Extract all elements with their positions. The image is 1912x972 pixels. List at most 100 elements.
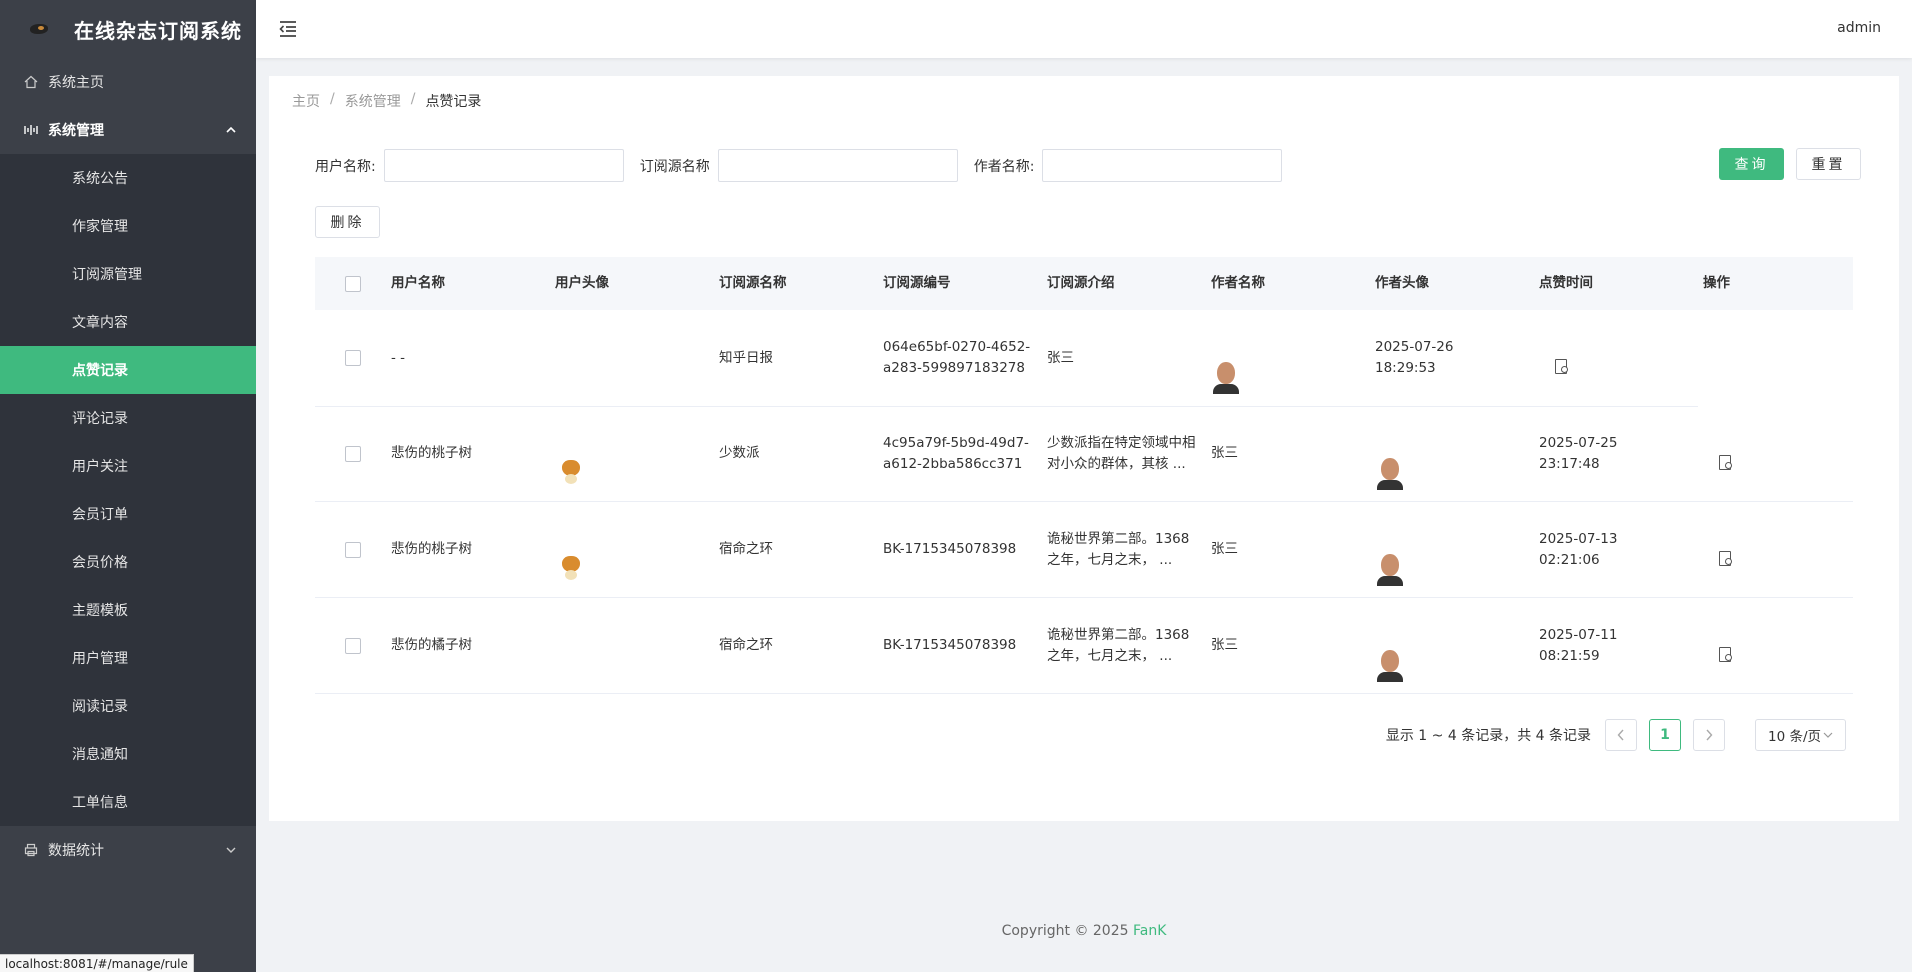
source-name-cell: 宿命之环 [719, 637, 773, 653]
sidebar-item-label: 工单信息 [72, 795, 128, 811]
breadcrumb-home[interactable]: 主页 [292, 91, 320, 111]
reset-button[interactable]: 重置 [1796, 148, 1861, 180]
breadcrumb-system[interactable]: 系统管理 [345, 91, 401, 111]
sidebar-item-label: 作家管理 [72, 219, 128, 235]
sidebar-item-follows[interactable]: 用户关注 [0, 442, 256, 490]
query-button[interactable]: 查询 [1719, 148, 1784, 180]
submenu-system: 系统公告 作家管理 订阅源管理 文章内容 点赞记录 评论记录 用户关注 会员订单… [0, 154, 256, 826]
source-name-label: 订阅源名称 [639, 158, 710, 175]
sidebar-item-label: 阅读记录 [72, 699, 128, 715]
prev-page-button[interactable] [1605, 719, 1637, 751]
sidebar-item-comments[interactable]: 评论记录 [0, 394, 256, 442]
column-header: 订阅源介绍 [1047, 275, 1115, 291]
row-checkbox[interactable] [345, 445, 361, 462]
footer-brand-link[interactable]: FanK [1133, 923, 1166, 939]
sidebar-item-label: 评论记录 [72, 411, 128, 427]
chevron-left-icon [1617, 729, 1624, 741]
source-name-cell: 少数派 [719, 445, 760, 461]
source-intro-cell: 诡秘世界第二部。1368之年，七月之末， ... [1047, 530, 1190, 568]
sidebar-item-label: 会员价格 [72, 555, 128, 571]
breadcrumb-current: 点赞记录 [425, 94, 482, 110]
sidebar-item-label: 消息通知 [72, 747, 128, 763]
chevron-right-icon [1706, 729, 1713, 741]
page-number-button[interactable]: 1 [1649, 719, 1681, 751]
sidebar-item-prices[interactable]: 会员价格 [0, 538, 256, 586]
sidebar-item-sources[interactable]: 订阅源管理 [0, 250, 256, 298]
sidebar-item-orders[interactable]: 会员订单 [0, 490, 256, 538]
sidebar-item-likes[interactable]: 点赞记录 [0, 346, 256, 394]
source-intro-cell: 少数派指在特定领域中相对小众的群体，其核 ... [1047, 434, 1196, 472]
column-header: 订阅源名称 [719, 275, 787, 291]
author-name-label: 作者名称: [973, 158, 1035, 175]
sidebar-item-label: 系统公告 [72, 171, 128, 187]
column-header: 点赞时间 [1539, 275, 1593, 291]
sidebar-group-stats[interactable]: 数据统计 [0, 826, 256, 874]
user-name-label: 用户名称: [315, 158, 376, 175]
source-name-cell: 知乎日报 [719, 349, 773, 366]
chevron-down-icon [1823, 732, 1833, 738]
source-no-cell: 064e65bf-0270-4652-a283-599897183278 [883, 339, 1031, 376]
table-row: - - 知乎日报 064e65bf-0270-4652-a283-5998971… [315, 310, 1853, 407]
select-all-checkbox[interactable] [345, 275, 361, 292]
source-name-input[interactable] [717, 149, 958, 182]
home-icon [24, 75, 38, 89]
sidebar-item-label: 用户关注 [72, 459, 128, 475]
table-row: 悲伤的橘子树 宿命之环 BK-1715345078398 诡秘世界第二部。136… [315, 598, 1853, 694]
main-panel: 主页 / 系统管理 / 点赞记录 用户名称: 订阅源名称 作者名称: 查询 重置… [269, 76, 1899, 821]
logo-area: 在线杂志订阅系统 [0, 0, 256, 58]
author-name-cell: 张三 [1211, 541, 1238, 557]
next-page-button[interactable] [1693, 719, 1725, 751]
user-menu[interactable]: admin [1837, 20, 1881, 36]
footer: Copyright © 2025 FanK [256, 923, 1912, 939]
sidebar-item-label: 主题模板 [72, 603, 128, 619]
page-size-label: 10 条/页 [1767, 729, 1822, 745]
sidebar-item-label: 会员订单 [72, 507, 128, 523]
table-row: 悲伤的桃子树 少数派 4c95a79f-5b9d-49d7-a612-2bba5… [315, 406, 1853, 502]
like-time-cell: 2025-07-13 02:21:06 [1539, 530, 1618, 568]
sidebar-item-messages[interactable]: 消息通知 [0, 730, 256, 778]
breadcrumb-separator: / [410, 91, 416, 107]
sidebar-item-users[interactable]: 用户管理 [0, 634, 256, 682]
sidebar-item-writers[interactable]: 作家管理 [0, 202, 256, 250]
printer-icon [24, 843, 38, 857]
sidebar-item-announcement[interactable]: 系统公告 [0, 154, 256, 202]
breadcrumb: 主页 / 系统管理 / 点赞记录 [292, 91, 481, 111]
sidebar-group-system[interactable]: 系统管理 [0, 106, 256, 154]
sidebar-group-label: 系统管理 [48, 123, 104, 139]
sidebar-item-label: 订阅源管理 [72, 267, 142, 283]
user-name-cell: 悲伤的橘子树 [391, 637, 472, 653]
sidebar-item-articles[interactable]: 文章内容 [0, 298, 256, 346]
sidebar-group-label: 数据统计 [48, 843, 104, 859]
user-name-cell: 悲伤的桃子树 [391, 445, 472, 461]
sidebar-item-label: 文章内容 [72, 315, 128, 331]
table-header: 用户名称 用户头像 订阅源名称 订阅源编号 订阅源介绍 作者名称 作者头像 点赞… [315, 257, 1853, 310]
like-time-cell: 2025-07-25 23:17:48 [1539, 434, 1618, 472]
like-time-cell: 2025-07-11 08:21:59 [1539, 626, 1618, 664]
sidebar-item-reading[interactable]: 阅读记录 [0, 682, 256, 730]
browser-status-url: localhost:8081/#/manage/rule [0, 954, 194, 972]
column-header: 用户名称 [391, 275, 445, 291]
pagination: 显示 1 ~ 4 条记录，共 4 条记录 1 10 条/页 [1386, 719, 1846, 751]
row-checkbox[interactable] [345, 541, 361, 558]
copyright-text: Copyright © 2025 [1001, 923, 1129, 939]
menu-fold-icon[interactable] [278, 19, 298, 39]
table-row: 悲伤的桃子树 宿命之环 BK-1715345078398 诡秘世界第二部。136… [315, 502, 1853, 598]
chevron-down-icon [226, 844, 236, 857]
column-header: 操作 [1703, 275, 1730, 291]
column-header: 用户头像 [555, 275, 609, 291]
top-header: admin [256, 0, 1912, 58]
column-header: 订阅源编号 [883, 275, 951, 291]
user-name-input[interactable] [383, 149, 624, 182]
chevron-up-icon [226, 124, 236, 137]
source-name-cell: 宿命之环 [719, 541, 773, 557]
row-checkbox[interactable] [345, 637, 361, 654]
row-checkbox[interactable] [345, 350, 361, 366]
author-name-input[interactable] [1042, 149, 1283, 182]
sidebar-item-home[interactable]: 系统主页 [0, 58, 256, 106]
page-size-select[interactable]: 10 条/页 [1755, 719, 1846, 751]
source-no-cell: 4c95a79f-5b9d-49d7-a612-2bba586cc371 [883, 434, 1029, 472]
sidebar-item-label: 用户管理 [72, 651, 128, 667]
sidebar-item-themes[interactable]: 主题模板 [0, 586, 256, 634]
delete-button[interactable]: 删除 [315, 206, 380, 238]
sidebar-item-tickets[interactable]: 工单信息 [0, 778, 256, 826]
